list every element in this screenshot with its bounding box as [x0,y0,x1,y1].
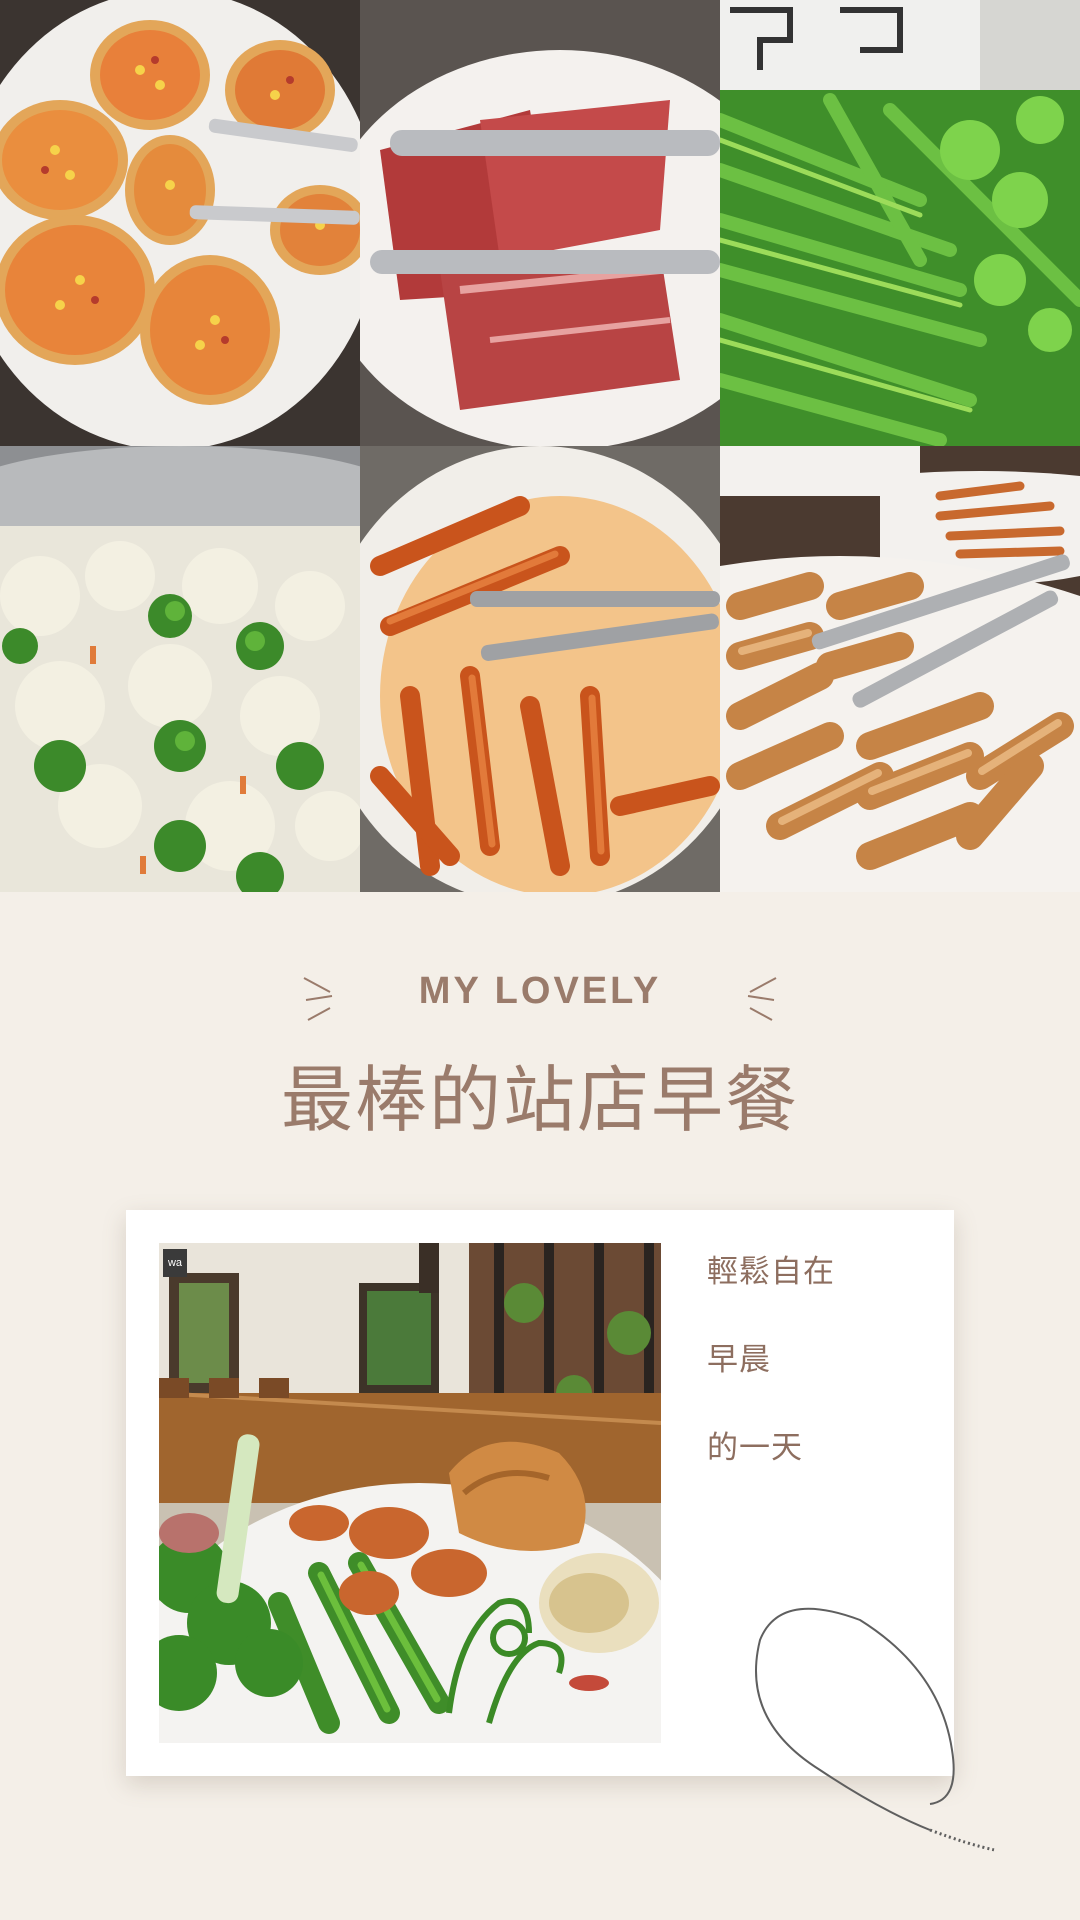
heading: MY LOVELY 最棒的站店早餐 [0,970,1080,1146]
page-title: 最棒的站店早餐 [280,1058,799,1142]
fern-photo [720,0,1080,446]
breakfast-plate-photo: wa [159,1243,661,1743]
sausage-photo [360,446,720,892]
tagline-line-3: 的一天 [707,1430,803,1466]
photo-grid [0,0,1080,892]
cauliflower-photo [0,446,360,892]
subtitle: MY LOVELY [418,970,662,1012]
bacon-photo [360,0,720,446]
pizza-photo [0,0,360,446]
spring-roll-photo [720,446,1080,892]
tagline-line-1: 輕鬆自在 [707,1254,835,1290]
decorative-swirl [755,1607,996,1852]
photo-logo: wa [163,1249,187,1277]
tagline-line-2: 早晨 [707,1342,771,1378]
